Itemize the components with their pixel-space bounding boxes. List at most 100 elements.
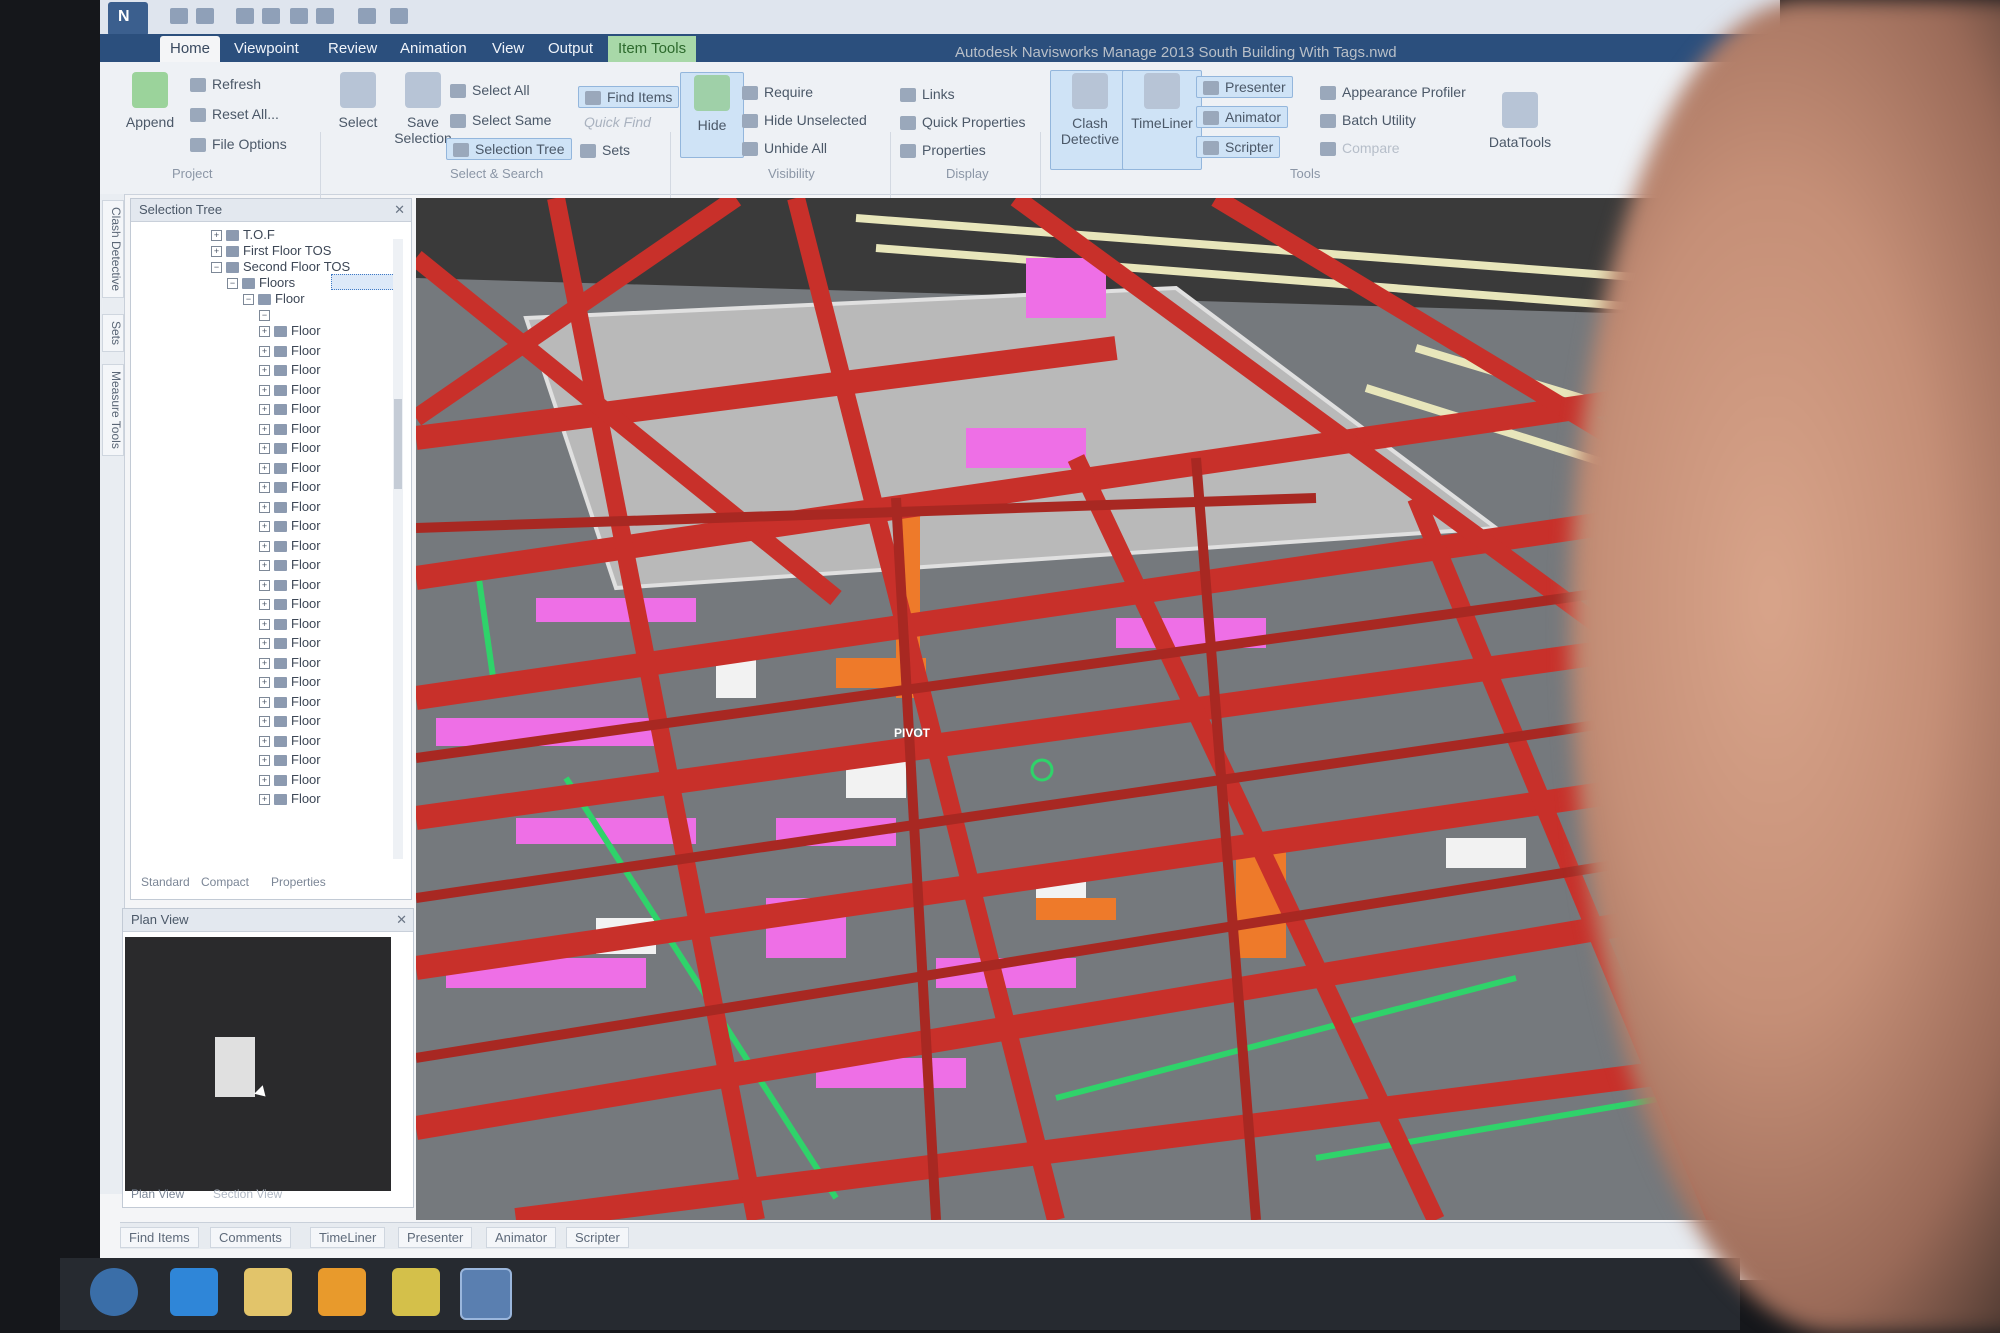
close-icon[interactable]: ✕	[394, 199, 405, 221]
hide-button[interactable]: Hide	[680, 72, 744, 158]
internet-explorer-icon[interactable]	[170, 1268, 218, 1316]
tab-animator[interactable]: Animator	[486, 1227, 557, 1248]
tab-compact[interactable]: Compact	[201, 875, 249, 889]
tab-scripter[interactable]: Scripter	[566, 1227, 629, 1248]
close-icon[interactable]: ✕	[396, 909, 407, 931]
expand-collapse-icon[interactable]: +	[211, 246, 222, 258]
media-player-icon[interactable]	[318, 1268, 366, 1316]
select-all-button[interactable]: Select All	[450, 82, 530, 99]
hide-unselected-button[interactable]: Hide Unselected	[742, 112, 867, 129]
side-tab-measure-tools[interactable]: Measure Tools	[102, 364, 124, 456]
expand-icon[interactable]: +	[259, 716, 270, 728]
tree-node-floor[interactable]: + Floor	[259, 362, 321, 377]
tab-find-items[interactable]: Find Items	[120, 1227, 199, 1248]
tree-node-floor[interactable]: + Floor	[259, 460, 321, 475]
tab-section-view[interactable]: Section View	[213, 1187, 282, 1201]
clash-detective-button[interactable]: Clash Detective	[1050, 70, 1130, 170]
expand-collapse-icon[interactable]: −	[243, 294, 254, 306]
expand-icon[interactable]: +	[259, 755, 270, 767]
expand-icon[interactable]: +	[259, 540, 270, 552]
tree-node-floor[interactable]: + Floor	[259, 733, 321, 748]
expand-icon[interactable]: +	[259, 579, 270, 591]
tab-viewpoint[interactable]: Viewpoint	[224, 36, 309, 62]
security-lock-icon[interactable]	[392, 1268, 440, 1316]
tree-node-floor[interactable]: + Floor	[259, 323, 321, 338]
tab-comments[interactable]: Comments	[210, 1227, 291, 1248]
select-same-button[interactable]: Select Same	[450, 112, 551, 129]
tree-node-floor[interactable]: + Floor	[259, 557, 321, 572]
tree-node-floor[interactable]: + Floor	[259, 518, 321, 533]
tree-node[interactable]: − Second Floor TOS	[211, 259, 350, 274]
tree-node-floor[interactable]: + Floor	[259, 596, 321, 611]
expand-icon[interactable]: +	[259, 365, 270, 377]
application-menu-button[interactable]: N	[108, 2, 148, 36]
navisworks-taskbar-icon[interactable]	[460, 1268, 512, 1320]
links-button[interactable]: Links	[900, 86, 955, 103]
expand-icon[interactable]: +	[259, 443, 270, 455]
scripter-button[interactable]: Scripter	[1196, 136, 1281, 159]
expand-icon[interactable]: +	[259, 560, 270, 572]
camera-position-icon[interactable]	[254, 1085, 270, 1101]
quick-find-input[interactable]: Quick Find	[584, 114, 651, 130]
tree-node-floor[interactable]: + Floor	[259, 752, 321, 767]
refresh-icon[interactable]	[358, 8, 376, 24]
expand-icon[interactable]: +	[259, 677, 270, 689]
tab-presenter[interactable]: Presenter	[398, 1227, 473, 1248]
animator-button[interactable]: Animator	[1196, 106, 1289, 129]
file-explorer-icon[interactable]	[244, 1268, 292, 1316]
tree-node-floor[interactable]: + Floor	[259, 772, 321, 787]
expand-icon[interactable]: +	[259, 482, 270, 494]
side-tab-clash-detective[interactable]: Clash Detective	[102, 200, 124, 299]
tab-timeliner[interactable]: TimeLiner	[310, 1227, 386, 1248]
expand-icon[interactable]: +	[259, 384, 270, 396]
sets-button[interactable]: Sets	[580, 142, 630, 159]
quick-properties-button[interactable]: Quick Properties	[900, 114, 1025, 131]
tree-node-floor[interactable]: + Floor	[259, 713, 321, 728]
compare-button[interactable]: Compare	[1320, 140, 1400, 157]
side-tab-sets[interactable]: Sets	[102, 314, 124, 353]
tree-node[interactable]: + T.O.F	[211, 227, 275, 242]
expand-icon[interactable]: +	[259, 404, 270, 416]
expand-icon[interactable]: +	[259, 657, 270, 669]
undo-icon[interactable]	[290, 8, 308, 24]
require-button[interactable]: Require	[742, 84, 813, 101]
tree-node[interactable]: + First Floor TOS	[211, 243, 331, 258]
tree-node-floor[interactable]: + Floor	[259, 616, 321, 631]
tree-node-floor[interactable]: + Floor	[259, 791, 321, 806]
save-selection-button[interactable]: Save Selection	[388, 72, 458, 146]
expand-icon[interactable]: +	[259, 774, 270, 786]
find-items-button[interactable]: Find Items	[578, 86, 680, 109]
expand-icon[interactable]: +	[259, 599, 270, 611]
datatools-button[interactable]: DataTools	[1480, 92, 1560, 150]
open-icon[interactable]	[196, 8, 214, 24]
tree-node[interactable]: −	[259, 307, 274, 322]
tab-standard[interactable]: Standard	[141, 875, 190, 889]
tree-node-floor[interactable]: + Floor	[259, 401, 321, 416]
select-pointer-icon[interactable]	[390, 8, 408, 24]
tree-node[interactable]: − Floors	[227, 275, 295, 290]
append-button[interactable]: Append	[120, 72, 180, 130]
expand-icon[interactable]: +	[259, 345, 270, 357]
file-options-button[interactable]: File Options	[190, 136, 287, 153]
save-icon[interactable]	[236, 8, 254, 24]
tree-node-floor[interactable]: + Floor	[259, 440, 321, 455]
properties-button[interactable]: Properties	[900, 142, 986, 159]
appearance-profiler-button[interactable]: Appearance Profiler	[1320, 84, 1466, 101]
expand-icon[interactable]: +	[259, 501, 270, 513]
expand-icon[interactable]: +	[259, 638, 270, 650]
refresh-button[interactable]: Refresh	[190, 76, 261, 93]
tree-node-floor[interactable]: + Floor	[259, 694, 321, 709]
timeliner-button[interactable]: TimeLiner	[1122, 70, 1202, 170]
tree-node-floor[interactable]: + Floor	[259, 635, 321, 650]
expand-icon[interactable]: +	[259, 326, 270, 338]
scrollbar-thumb[interactable]	[394, 399, 402, 489]
unhide-all-button[interactable]: Unhide All	[742, 140, 827, 157]
expand-collapse-icon[interactable]: −	[211, 262, 222, 274]
tree-node-floor[interactable]: + Floor	[259, 343, 321, 358]
batch-utility-button[interactable]: Batch Utility	[1320, 112, 1416, 129]
expand-icon[interactable]: +	[259, 794, 270, 806]
selection-tree-button[interactable]: Selection Tree	[446, 138, 572, 161]
tab-output[interactable]: Output	[538, 36, 603, 62]
tree-scrollbar[interactable]	[393, 239, 403, 859]
tree-node-floor[interactable]: + Floor	[259, 655, 321, 670]
